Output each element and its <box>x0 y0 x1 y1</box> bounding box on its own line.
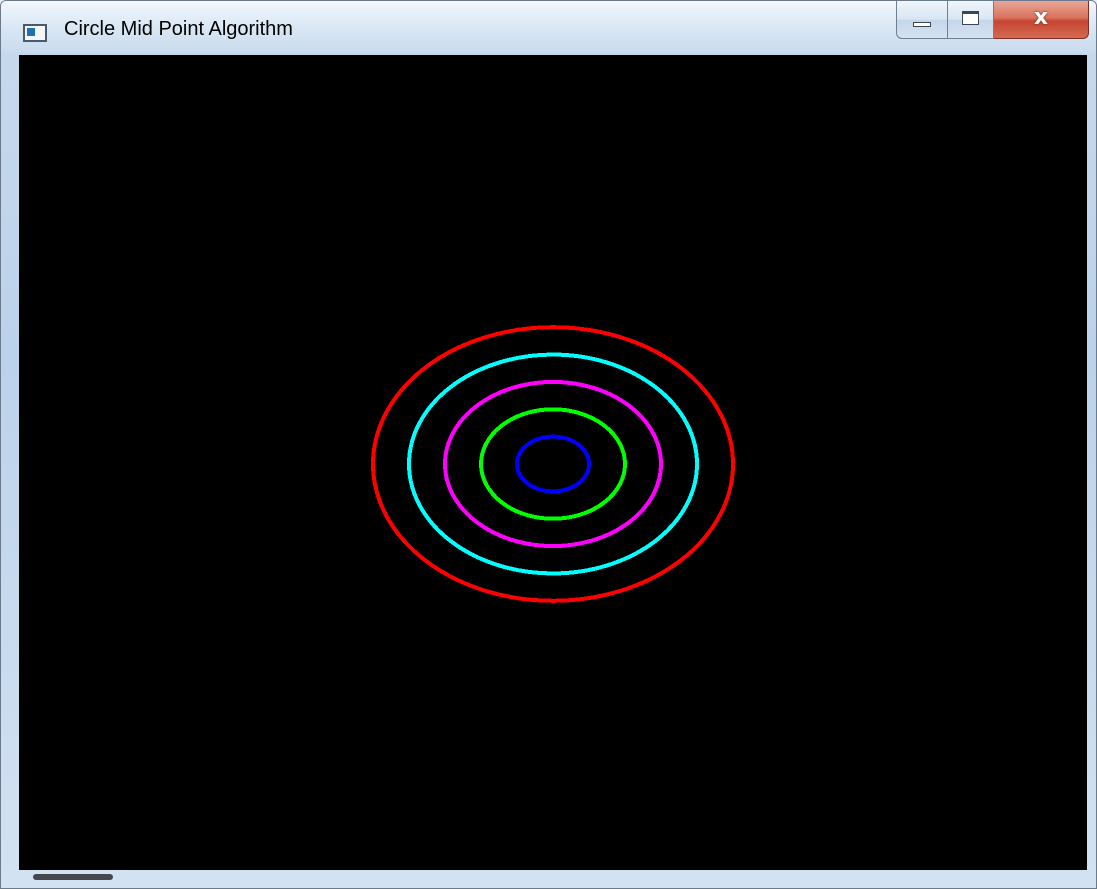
title-bar[interactable]: Circle Mid Point Algorithm x <box>1 1 1096 53</box>
app-window: Circle Mid Point Algorithm x <box>0 0 1097 889</box>
window-title: Circle Mid Point Algorithm <box>64 18 293 40</box>
minimize-icon <box>913 22 931 27</box>
circle-2 <box>443 379 663 549</box>
close-button[interactable]: x <box>994 1 1089 39</box>
circle-3 <box>479 407 627 521</box>
caption-buttons: x <box>896 1 1089 41</box>
maximize-icon <box>962 11 979 25</box>
minimize-button[interactable] <box>896 1 948 39</box>
maximize-button[interactable] <box>948 1 994 39</box>
circle-1 <box>407 352 699 576</box>
drawing-canvas[interactable] <box>19 55 1087 870</box>
close-icon: x <box>1033 5 1049 30</box>
app-window-icon[interactable] <box>23 24 47 42</box>
circle-4 <box>515 434 591 494</box>
background-artifact <box>33 874 113 880</box>
circle-drawing <box>371 325 735 603</box>
circle-0 <box>371 325 735 603</box>
